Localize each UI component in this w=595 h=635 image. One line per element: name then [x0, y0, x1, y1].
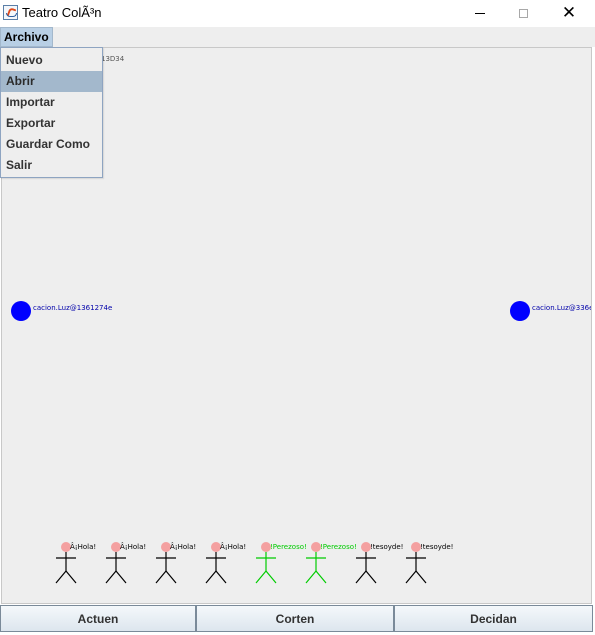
actor-speech: Â¡Hola! — [220, 543, 247, 551]
close-button[interactable]: ✕ — [546, 0, 592, 27]
minimize-button[interactable] — [457, 0, 503, 27]
minimize-icon — [475, 13, 485, 14]
menu-item-salir[interactable]: Salir — [1, 155, 102, 176]
actuen-button[interactable]: Actuen — [0, 605, 196, 632]
light-left-label: cacion.Luz@1361274e — [33, 304, 113, 312]
menu-archivo[interactable]: Archivo — [0, 27, 53, 47]
menu-bar: Archivo — [0, 27, 595, 47]
corten-button[interactable]: Corten — [196, 605, 394, 632]
maximize-icon — [518, 9, 528, 18]
close-icon: ✕ — [561, 3, 577, 23]
menu-item-exportar[interactable]: Exportar — [1, 113, 102, 134]
title-bar: Teatro ColÃ³n ✕ — [0, 0, 595, 28]
actor-speech: !Perezoso! — [320, 543, 357, 551]
window-title: Teatro ColÃ³n — [22, 5, 102, 20]
menu-item-guardar-como[interactable]: Guardar Como — [1, 134, 102, 155]
light-right[interactable] — [510, 301, 530, 321]
actor-figure[interactable]: !tesoyde! — [404, 541, 464, 601]
maximize-button[interactable] — [500, 0, 546, 27]
actor-speech: !Perezoso! — [270, 543, 307, 551]
actor-speech: !tesoyde! — [420, 543, 454, 551]
java-cup-icon — [3, 5, 18, 20]
menu-item-nuevo[interactable]: Nuevo — [1, 50, 102, 71]
actor-speech: Â¡Hola! — [70, 543, 97, 551]
archivo-dropdown-menu: Nuevo Abrir Importar Exportar Guardar Co… — [0, 47, 103, 178]
decidan-button[interactable]: Decidan — [394, 605, 593, 632]
canvas-object-label: 13D34 — [101, 55, 125, 63]
actor-speech: Â¡Hola! — [170, 543, 197, 551]
light-right-label: cacion.Luz@336e — [532, 304, 592, 312]
actor-speech: !tesoyde! — [370, 543, 404, 551]
menu-item-abrir[interactable]: Abrir — [1, 71, 102, 92]
menu-item-importar[interactable]: Importar — [1, 92, 102, 113]
actor-speech: Â¡Hola! — [120, 543, 147, 551]
light-left[interactable] — [11, 301, 31, 321]
bottom-button-bar: Actuen Corten Decidan — [0, 605, 595, 635]
